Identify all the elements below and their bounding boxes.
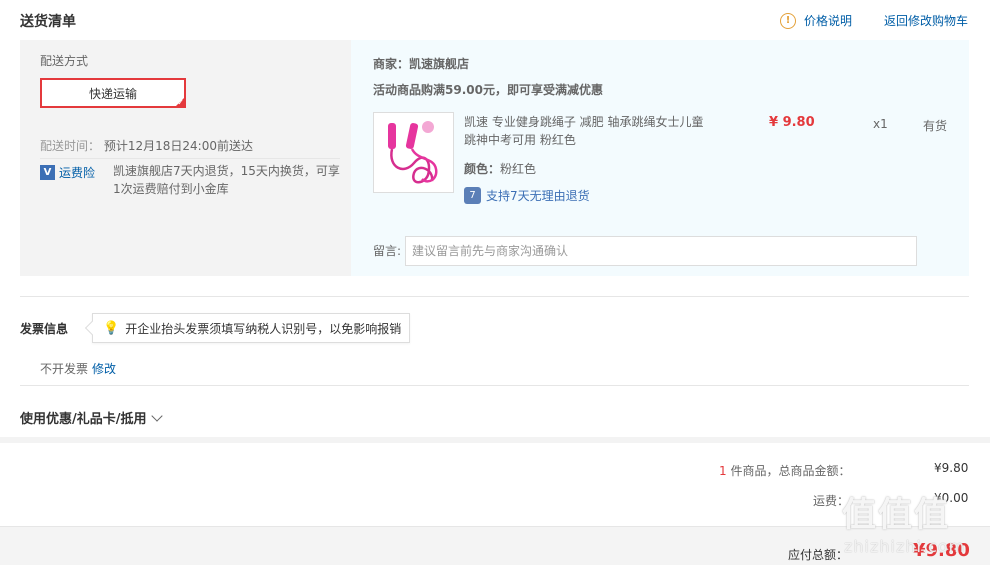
return-to-cart-link[interactable]: 返回修改购物车 <box>884 12 968 29</box>
product-name-link[interactable]: 凯速 专业健身跳绳子 减肥 轴承跳绳女士儿童跳神中考可用 粉红色 <box>464 113 714 149</box>
goods-total-value: ¥9.80 <box>934 461 969 475</box>
invoice-tip-text: 开企业抬头发票须填写纳税人识别号，以免影响报销 <box>125 321 402 336</box>
delivery-time: 配送时间： 预计12月18日24:00前送达 <box>40 137 253 154</box>
divider <box>40 158 340 159</box>
return-policy: 7 支持7天无理由退货 <box>464 187 590 204</box>
shipping-insurance-link[interactable]: 运费险 <box>59 164 95 181</box>
product-stock-status: 有货 <box>923 119 948 133</box>
return-policy-text: 支持7天无理由退货 <box>486 189 590 203</box>
invoice-status: 不开发票 <box>40 362 89 376</box>
watermark-logo: 值值值 <box>842 495 950 535</box>
product-color: 颜色：粉红色 <box>464 160 536 177</box>
price-note-link[interactable]: ! 价格说明 <box>780 12 852 29</box>
seven-day-return-icon: 7 <box>464 187 481 204</box>
product-image[interactable] <box>373 112 454 193</box>
tooltip-arrow-icon <box>84 320 100 336</box>
invoice-title: 发票信息 <box>20 322 69 336</box>
shipping-insurance-text: 凯速旗舰店7天内退货，15天内换货，可享1次运费赔付到小金库 <box>113 164 340 196</box>
message-input[interactable] <box>405 236 917 266</box>
color-value: 粉红色 <box>500 162 537 176</box>
invoice-edit-link[interactable]: 修改 <box>92 360 116 377</box>
coupon-title-text: 使用优惠/礼品卡/抵用 <box>20 412 147 427</box>
goods-total-label: 1 件商品，总商品金额： <box>719 462 850 479</box>
item-count-suffix: 件商品，总商品金额： <box>726 464 851 478</box>
color-label: 颜色： <box>464 162 501 176</box>
item-count: 1 <box>719 464 727 478</box>
product-price: ¥ 9.80 <box>769 115 815 130</box>
delivery-method-option[interactable]: 快递运输 ✓ <box>40 78 186 108</box>
shop-name: 商家：凯速旗舰店 <box>373 57 470 71</box>
invoice-tooltip: 💡 开企业抬头发票须填写纳税人识别号，以免影响报销 <box>84 313 411 343</box>
chevron-down-icon <box>150 409 163 422</box>
watermark-site: zhizhizhi.com <box>844 537 966 556</box>
payable-total-label: 应付总额： <box>788 548 849 562</box>
delivery-time-label: 配送时间： <box>40 139 101 153</box>
divider <box>20 385 969 386</box>
delivery-method-label: 配送方式 <box>40 54 89 68</box>
page-title: 送货清单 <box>20 14 76 30</box>
divider <box>20 296 969 297</box>
check-icon: ✓ <box>177 98 184 107</box>
jump-rope-image <box>374 113 453 192</box>
price-note-label: 价格说明 <box>804 14 853 28</box>
info-icon: ! <box>780 12 796 29</box>
shield-icon: V <box>40 165 55 180</box>
lightbulb-icon: 💡 <box>103 320 120 336</box>
delivery-method-text: 快递运输 <box>88 86 137 101</box>
section-divider-band <box>0 437 990 443</box>
message-label: 留言: <box>373 244 402 258</box>
promo-text: 活动商品购满59.00元，即可享受满减优惠 <box>373 83 603 97</box>
product-quantity: x1 <box>873 117 888 131</box>
delivery-time-value: 预计12月18日24:00前送达 <box>103 139 253 153</box>
coupon-toggle[interactable]: 使用优惠/礼品卡/抵用 <box>20 408 163 427</box>
